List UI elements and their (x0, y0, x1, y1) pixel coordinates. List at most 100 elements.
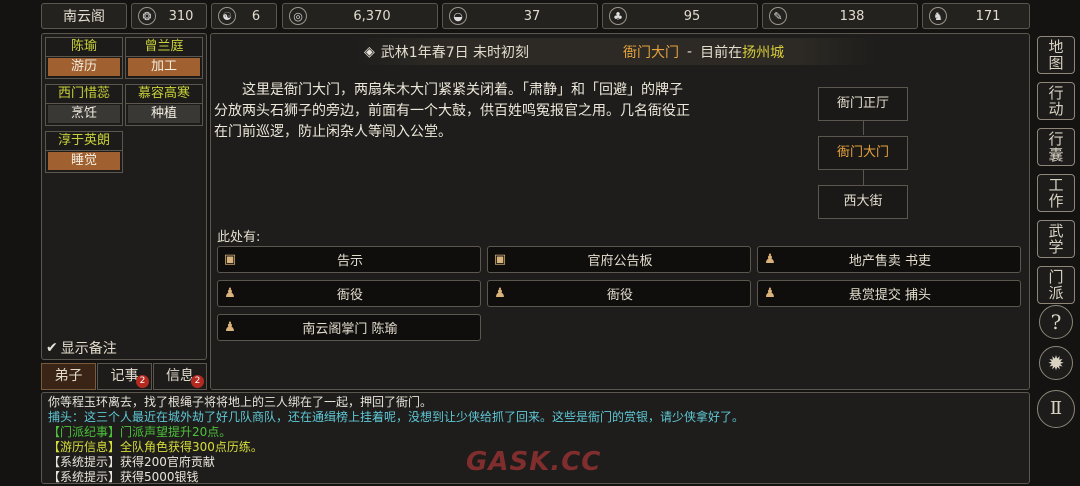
map-node-label: 西大街 (843, 194, 883, 209)
menu-label: 工作 (1048, 176, 1064, 210)
log-line: 捕头：这三个人最近在城外劫了好几队商队，还在通缉榜上挂着呢，没想到让少侠给抓了回… (48, 410, 745, 424)
checkmark-icon: ✔ (46, 340, 58, 356)
stat-value: 95 (683, 8, 701, 24)
item-box-icon: ▣ (223, 252, 237, 267)
stat-money[interactable]: ◎ 6,370 (282, 3, 438, 29)
location-bar: ◈ 武林1年春7日 未时初刻 衙门大门 - 目前在 扬州城 (356, 38, 876, 65)
current-city: 扬州城 (742, 44, 785, 61)
tab-messages[interactable]: 信息 2 (153, 363, 207, 390)
log-line: 【门派纪事】门派声望提升20点。 (48, 425, 232, 439)
scroll-icon: ✎ (769, 7, 787, 25)
pause-icon: Ⅱ (1049, 398, 1063, 419)
disciple-card[interactable]: 淳于英朗 睡觉 (45, 131, 123, 173)
bag-button[interactable]: 行囊 (1037, 128, 1075, 166)
game-date: 武林1年春7日 未时初刻 (380, 44, 530, 61)
tab-disciples[interactable]: 弟子 (41, 363, 96, 390)
disciple-panel (41, 33, 207, 360)
food-bowl-icon: ◒ (449, 7, 467, 25)
map-node-label: 衙门大门 (836, 145, 889, 160)
separator: - (687, 43, 693, 60)
disciple-card[interactable]: 陈瑜 游历 (45, 37, 123, 79)
entity-label: 告示 (336, 254, 363, 269)
map-node-south[interactable]: 西大街 (818, 185, 908, 219)
disciple-name: 慕容高寒 (126, 85, 202, 104)
entity-npc-constable[interactable]: ♟ 悬赏提交 捕头 (757, 280, 1021, 307)
martial-button[interactable]: 武学 (1037, 220, 1075, 258)
map-node-label: 衙门正厅 (836, 96, 889, 111)
coin-pouch-icon: ❂ (138, 7, 156, 25)
sect-button[interactable]: 门派 (1037, 266, 1075, 304)
disciple-activity: 烹饪 (48, 105, 120, 123)
menu-label: 行囊 (1048, 130, 1064, 164)
disciple-activity: 游历 (48, 58, 120, 76)
settings-gear-icon: ✹ (1047, 351, 1065, 375)
notification-badge: 2 (191, 375, 204, 388)
yin-yang-icon: ☯ (218, 7, 236, 25)
current-place: 衙门大门 (623, 44, 680, 61)
stat-yinyang[interactable]: ☯ 6 (211, 3, 277, 29)
disciple-activity: 睡觉 (48, 152, 120, 170)
map-node-current: 衙门大门 (818, 136, 908, 170)
map-button[interactable]: 地图 (1037, 36, 1075, 74)
show-notes-toggle[interactable]: ✔ 显示备注 (46, 338, 117, 358)
stat-value: 6,370 (353, 8, 391, 24)
menu-label: 行动 (1048, 84, 1064, 118)
sect-name: 南云阁 (63, 9, 105, 25)
stat-value: 37 (523, 8, 541, 24)
person-icon: ♟ (764, 286, 776, 301)
entity-label: 衙役 (336, 288, 363, 303)
menu-label: 武学 (1048, 222, 1064, 256)
stat-herb[interactable]: ♣ 95 (602, 3, 758, 29)
notification-badge: 2 (136, 375, 149, 388)
money-icon: ◎ (289, 7, 307, 25)
menu-label: 门派 (1048, 268, 1064, 302)
menu-label: 地图 (1048, 38, 1064, 72)
entity-npc-guard[interactable]: ♟ 衙役 (217, 280, 481, 307)
disciple-name: 曾兰庭 (126, 38, 202, 57)
item-box-icon: ▣ (493, 252, 507, 267)
settings-button[interactable]: ✹ (1039, 346, 1073, 380)
disciple-card[interactable]: 慕容高寒 种植 (125, 84, 203, 126)
calendar-icon: ◈ (364, 43, 375, 60)
entity-label: 衙役 (606, 288, 633, 303)
log-line: 你等程玉环离去，找了根绳子将将地上的三人绑在了一起，押回了衙门。 (48, 395, 433, 409)
beast-icon: ♞ (929, 7, 947, 25)
location-description: 这里是衙门大门，两扇朱木大门紧紧关闭着。「肃静」和「回避」的牌子分放两头石狮子的… (214, 82, 690, 140)
person-icon: ♟ (494, 286, 506, 301)
stat-value: 171 (975, 8, 1001, 24)
herb-icon: ♣ (609, 7, 627, 25)
tab-records[interactable]: 记事 2 (97, 363, 152, 390)
action-button[interactable]: 行动 (1037, 82, 1075, 120)
entity-bulletin-board[interactable]: ▣ 官府公告板 (487, 246, 751, 273)
entity-label: 官府公告板 (587, 254, 653, 269)
tab-label: 弟子 (54, 368, 83, 384)
disciple-card[interactable]: 西门惜蕊 烹饪 (45, 84, 123, 126)
map-node-north[interactable]: 衙门正厅 (818, 87, 908, 121)
disciple-activity: 种植 (128, 105, 200, 123)
disciple-card[interactable]: 曾兰庭 加工 (125, 37, 203, 79)
show-notes-label: 显示备注 (60, 341, 117, 357)
entity-label: 悬赏提交 捕头 (848, 288, 932, 303)
tab-label: 记事 (110, 368, 139, 384)
disciple-activity: 加工 (128, 58, 200, 76)
map-connector (863, 121, 864, 135)
sect-name-tab[interactable]: 南云阁 (41, 3, 127, 29)
entity-notice[interactable]: ▣ 告示 (217, 246, 481, 273)
help-icon: ? (1050, 310, 1062, 334)
stat-scroll[interactable]: ✎ 138 (762, 3, 918, 29)
help-button[interactable]: ? (1039, 305, 1073, 339)
watermark: GASK.CC (466, 447, 602, 477)
stat-food[interactable]: ◒ 37 (442, 3, 598, 29)
stat-value: 6 (251, 8, 261, 24)
entity-npc-clerk[interactable]: ♟ 地产售卖 书吏 (757, 246, 1021, 273)
stat-silver[interactable]: ❂ 310 (131, 3, 207, 29)
disciple-name: 淳于英朗 (46, 132, 122, 151)
map-connector (863, 170, 864, 185)
work-button[interactable]: 工作 (1037, 174, 1075, 212)
pause-button[interactable]: Ⅱ (1037, 390, 1075, 428)
stat-beast[interactable]: ♞ 171 (922, 3, 1030, 29)
entity-npc-guard[interactable]: ♟ 衙役 (487, 280, 751, 307)
entity-label: 南云阁掌门 陈瑜 (302, 322, 398, 337)
person-icon: ♟ (224, 286, 236, 301)
entity-npc-sect-leader[interactable]: ♟ 南云阁掌门 陈瑜 (217, 314, 481, 341)
